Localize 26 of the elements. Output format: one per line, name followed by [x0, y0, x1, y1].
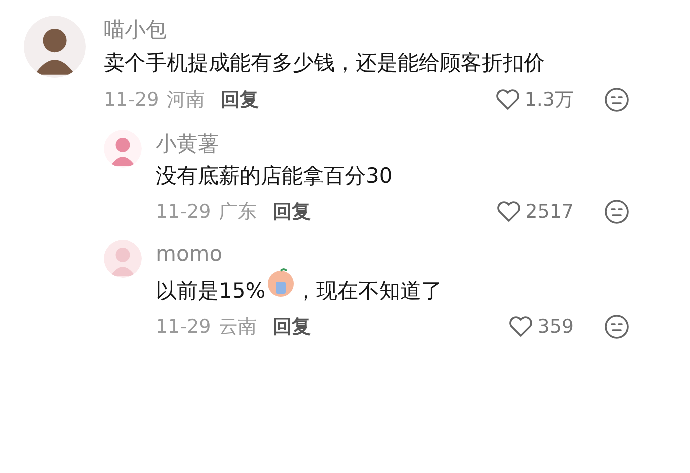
emoji-icon — [266, 268, 296, 298]
comment-region: 云南 — [219, 314, 258, 340]
comment-region: 广东 — [219, 200, 258, 225]
author-name: 小黄薯 — [156, 131, 220, 158]
reply-link[interactable]: 回复 — [273, 312, 312, 342]
comment-date: 11-29 — [156, 200, 212, 225]
like-count: 2517 — [526, 200, 574, 225]
emoji-reaction-icon[interactable] — [604, 199, 630, 225]
comment-text: 卖个手机提成能有多少钱，还是能给顾客折扣价 — [104, 51, 545, 75]
author-name: 喵小包 — [104, 17, 168, 44]
comment-text: ，现在不知道了 — [296, 279, 443, 303]
comment-date: 11-29 — [156, 314, 212, 340]
heart-icon[interactable] — [494, 88, 521, 112]
reply-link[interactable]: 回复 — [221, 86, 260, 114]
heart-icon[interactable] — [508, 315, 534, 339]
reply-link[interactable]: 回复 — [273, 198, 312, 226]
like-count: 1.3万 — [524, 88, 574, 113]
author-name: momo — [156, 241, 224, 268]
comment-region: 河南 — [167, 88, 206, 113]
comment-text: 没有底薪的店能拿百分30 — [156, 164, 393, 188]
heart-icon[interactable] — [496, 200, 522, 224]
emoji-reaction-icon[interactable] — [604, 314, 630, 340]
like-count: 359 — [538, 314, 574, 340]
emoji-reaction-icon[interactable] — [604, 87, 630, 113]
comment-text: 以前是15% — [156, 279, 266, 303]
comment-date: 11-29 — [104, 88, 160, 113]
